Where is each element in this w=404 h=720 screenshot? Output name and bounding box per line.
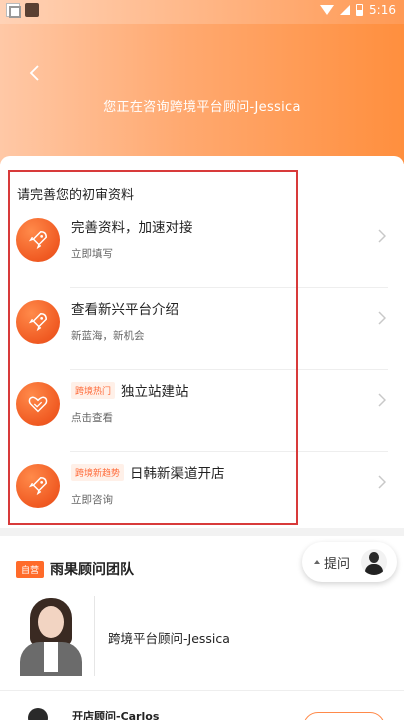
self-operated-badge: 自营: [16, 561, 45, 578]
tag-trend: 跨境新趋势: [71, 463, 125, 481]
battery-icon: [356, 4, 364, 16]
advisor-card-carlos[interactable]: 开店顾问-Carlos: [0, 696, 404, 720]
item-title: 日韩新渠道开店: [130, 466, 225, 482]
list-item-jp-kr-channel[interactable]: 跨境新趋势 日韩新渠道开店 立即咨询: [0, 452, 404, 534]
ask-question-button[interactable]: 提问: [302, 542, 397, 582]
tag-hot: 跨境热门: [71, 381, 116, 399]
advisor-name: 开店顾问-Carlos: [72, 710, 160, 720]
advisor-card-jessica[interactable]: 跨境平台顾问-Jessica: [0, 588, 404, 688]
item-subtitle: 立即咨询: [71, 494, 113, 506]
card-heading: 请完善您的初审资料: [17, 188, 135, 203]
chevron-right-icon: [378, 392, 388, 407]
list-item-independent-site[interactable]: 跨境热门 独立站建站 点击查看: [0, 370, 404, 452]
qr-code-icon: [6, 3, 21, 18]
advisor-photo: [28, 708, 48, 720]
item-subtitle: 新蓝海，新机会: [71, 330, 145, 342]
chevron-right-icon: [378, 310, 388, 325]
page-title: 您正在咨询跨境平台顾问-Jessica: [103, 100, 301, 115]
divider: [94, 596, 95, 676]
rocket-icon: [16, 464, 60, 508]
header: 您正在咨询跨境平台顾问-Jessica: [0, 24, 404, 164]
divider: [0, 690, 404, 691]
status-bar: 5:16: [0, 0, 404, 24]
list-item-platform-intro[interactable]: 查看新兴平台介绍 新蓝海，新机会: [0, 288, 404, 370]
chevron-right-icon: [378, 228, 388, 243]
heart-hands-icon: [16, 382, 60, 426]
team-section: 自营 雨果顾问团队 提问 跨境平台顾问-Jessica 开店顾问-Carlos: [0, 536, 404, 720]
back-button[interactable]: [22, 60, 48, 86]
caret-up-icon: [314, 560, 320, 564]
advisor-avatar: [361, 549, 387, 575]
consult-button[interactable]: [303, 712, 385, 720]
wifi-icon: [320, 5, 335, 15]
ask-label: 提问: [324, 556, 351, 572]
advisor-photo: [16, 596, 86, 676]
item-title: 独立站建站: [121, 384, 189, 400]
item-subtitle: 立即填写: [71, 248, 113, 260]
rocket-icon: [16, 300, 60, 344]
advisor-name: 跨境平台顾问-Jessica: [108, 631, 230, 646]
app-notification-icon: [25, 3, 39, 17]
item-title: 查看新兴平台介绍: [71, 302, 179, 318]
list-item-complete-profile[interactable]: 完善资料，加速对接 立即填写: [0, 206, 404, 288]
team-title: 雨果顾问团队: [50, 562, 134, 578]
chevron-left-icon: [29, 65, 39, 81]
item-subtitle: 点击查看: [71, 412, 113, 424]
rocket-icon: [16, 218, 60, 262]
item-title: 完善资料，加速对接: [71, 220, 193, 236]
signal-icon: [340, 5, 351, 15]
status-time: 5:16: [369, 3, 396, 17]
chevron-right-icon: [378, 474, 388, 489]
